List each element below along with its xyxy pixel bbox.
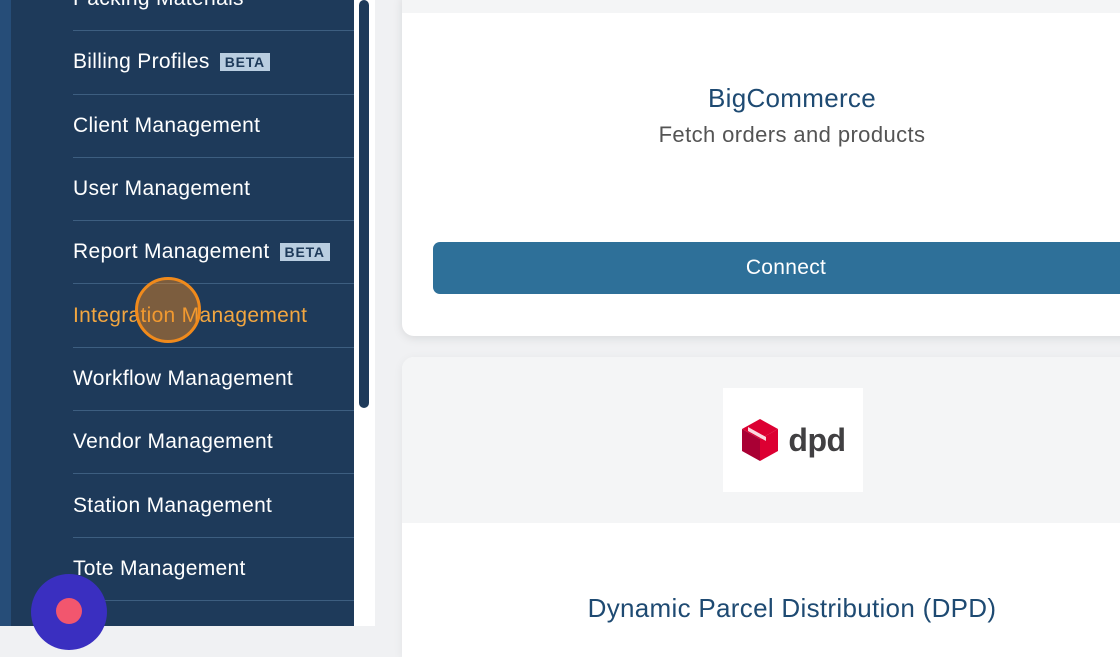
integration-card-dpd: dpd Dynamic Parcel Distribution (DPD) (402, 357, 1120, 657)
integration-title: Dynamic Parcel Distribution (DPD) (587, 593, 997, 623)
sidebar-item-label: Station Management (73, 493, 273, 517)
beta-badge: BETA (279, 243, 330, 262)
sidebar-item-label: User Management (73, 177, 251, 201)
sidebar-item-report-management[interactable]: Report Management BETA (73, 221, 354, 285)
sidebar-menu: Packing Materials Billing Profiles BETA … (73, 0, 354, 601)
beta-badge: BETA (219, 53, 270, 72)
card-logo-area (402, 0, 1120, 13)
integration-card-bigcommerce: BigCommerce Fetch orders and products Co… (402, 0, 1120, 336)
sidebar-item-label: Packing Materials (73, 0, 244, 11)
integration-title: BigCommerce (707, 83, 876, 113)
sidebar-item-integration-management[interactable]: Integration Management (73, 284, 354, 348)
sidebar-item-label: Report Management (73, 240, 270, 264)
dpd-cube-logo-icon (742, 419, 779, 461)
integration-description: Fetch orders and products (658, 122, 926, 147)
sidebar-scrollbar[interactable] (354, 0, 375, 626)
sidebar-item-client-management[interactable]: Client Management (73, 95, 354, 158)
sidebar-item-billing-profiles[interactable]: Billing Profiles BETA (73, 31, 354, 95)
sidebar-item-packing-materials[interactable]: Packing Materials (73, 0, 354, 32)
sidebar-item-label: Billing Profiles (73, 50, 210, 74)
chat-widget-button[interactable] (31, 574, 107, 650)
dpd-logo: dpd (723, 388, 863, 492)
dpd-logo-text: dpd (788, 421, 846, 458)
sidebar-item-label: Client Management (73, 113, 261, 137)
sidebar-item-label: Vendor Management (73, 430, 274, 454)
sidebar-item-user-management[interactable]: User Management (73, 158, 354, 222)
sidebar-item-vendor-management[interactable]: Vendor Management (73, 411, 354, 475)
sidebar-item-label: Workflow Management (73, 366, 294, 390)
click-indicator (135, 277, 201, 343)
sidebar-item-label: Tote Management (73, 556, 246, 580)
app-rail (0, 0, 11, 626)
sidebar-item-tote-management[interactable]: Tote Management (73, 538, 354, 601)
card-logo-area: dpd (402, 357, 1120, 523)
sidebar-item-workflow-management[interactable]: Workflow Management (73, 348, 354, 412)
connect-button[interactable]: Connect (433, 242, 1120, 294)
notification-dot-icon (56, 598, 82, 624)
scrollbar-thumb[interactable] (359, 0, 369, 408)
sidebar-item-station-management[interactable]: Station Management (73, 474, 354, 538)
